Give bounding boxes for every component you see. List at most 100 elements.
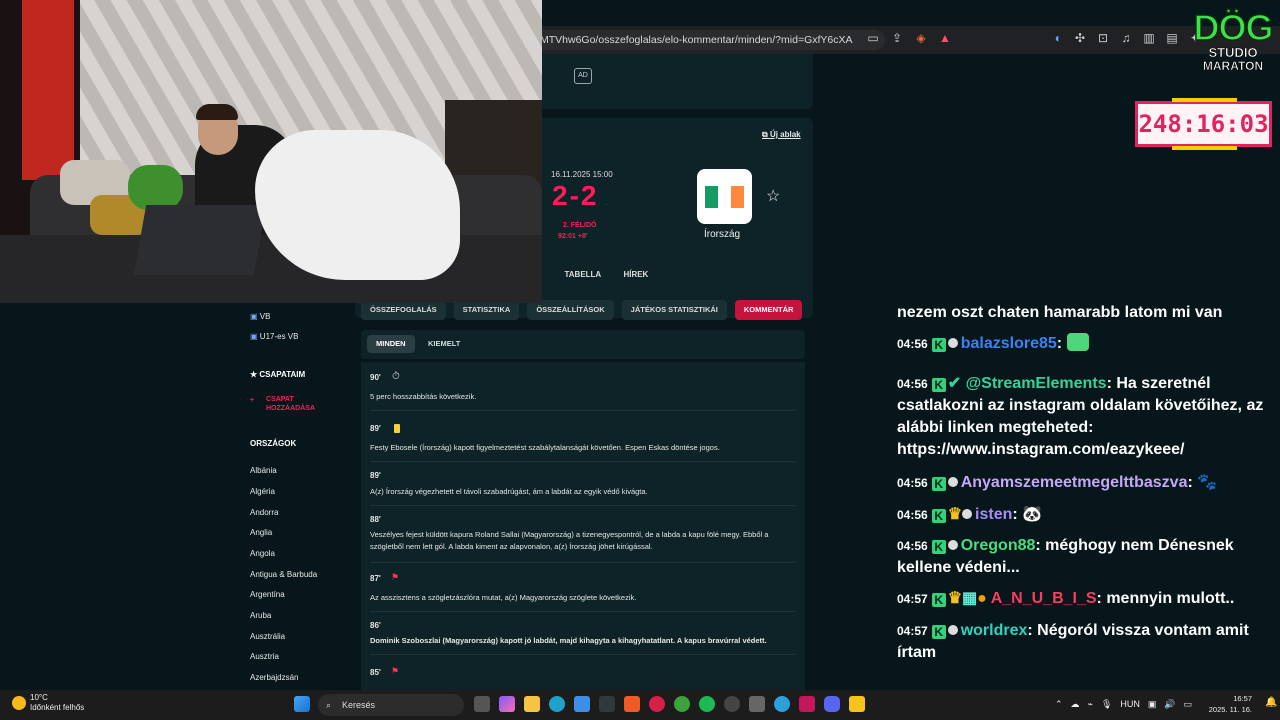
chat-username: isten [975,506,1013,523]
comment-minute: 86' [370,621,381,630]
music-icon[interactable]: ♫ [1119,31,1133,45]
sidebar-icon[interactable]: ▥ [1142,31,1156,45]
comment-minute: 87' [370,574,381,583]
store-icon[interactable] [574,696,590,712]
chat-username: Oregon88 [960,537,1036,554]
brave-shield-icon[interactable]: ◈ [914,31,928,45]
country-link[interactable]: Ausztria [250,652,279,661]
badge-icon [947,540,958,550]
badge-icon [947,338,958,348]
country-link[interactable]: Ausztrália [250,632,285,641]
microphone-icon[interactable]: 🎙 [1101,697,1112,711]
kick-badge-icon: K [931,593,946,607]
network-icon[interactable]: ▣ [1148,697,1157,711]
coin-icon: ● [977,590,987,607]
taskbar-search[interactable]: ⌕ Keresés [318,694,464,716]
extensions-icon[interactable]: ✣ [1073,31,1087,45]
tab-osszefoglalas[interactable]: ÖSSZEFOGLALÁS [361,300,446,320]
country-link[interactable]: Antigua & Barbuda [250,570,317,579]
blanket [255,130,460,280]
copilot-icon[interactable] [499,696,515,712]
kick-badge-icon: K [931,477,946,491]
obs-icon[interactable] [724,696,740,712]
file-explorer-icon[interactable] [524,696,540,712]
divider [370,562,795,563]
edge-icon[interactable] [549,696,565,712]
share-icon[interactable]: ⇪ [890,31,904,45]
country-link[interactable]: Angola [250,549,275,558]
usb-icon[interactable]: ⌁ [1088,697,1093,711]
cloud-icon[interactable]: ☁ [1071,697,1080,711]
favorite-star-icon[interactable]: ☆ [766,186,780,206]
marathon-timer: 248:16:03 [1135,98,1272,150]
chat-username: @StreamElements [965,375,1107,392]
brave-rewards-icon[interactable]: ▲ [938,31,952,45]
calculator-icon[interactable] [749,696,765,712]
crown-icon: ♛ [947,590,963,607]
app-red-icon[interactable] [649,696,665,712]
match-clock: 92:01 +8' [558,233,588,240]
country-link[interactable]: Aruba [250,611,271,620]
language-indicator[interactable]: HUN [1120,697,1140,711]
tab-statisztika[interactable]: STATISZTIKA [453,300,520,320]
windows-start-icon[interactable] [294,696,310,712]
subtab-tabella[interactable]: TABELLA [564,270,601,279]
cast-icon[interactable]: ▭ [866,31,880,45]
emote-icon: 🐾 [1197,474,1218,491]
yellow-card-icon [394,424,400,433]
country-link[interactable]: Andorra [250,508,278,517]
chat-message: 04:56 Kbalazslore85: [897,333,1267,355]
discord-icon[interactable] [824,696,840,712]
team-name-away[interactable]: Írország [704,229,740,240]
task-view-icon[interactable] [474,696,490,712]
telegram-icon[interactable] [774,696,790,712]
chat-username: A_N_U_B_I_S [990,590,1097,607]
volume-icon[interactable]: 🔊 [1164,697,1175,711]
chevron-up-icon[interactable]: ⌃ [1055,697,1063,711]
weather-icon [12,696,26,710]
chat-message: 04:56 K ✔ @StreamElements: Ha szeretnél cs… [897,375,1264,458]
divider [370,410,795,411]
comment-text: Az asszisztens a szögletzászlóra mutat, … [370,593,637,602]
terminal-icon[interactable] [599,696,615,712]
added-time: +8' [577,233,588,240]
filter-highlighted[interactable]: KIEMELT [419,335,469,353]
screenshot-icon[interactable]: ⊡ [1096,31,1110,45]
comment-minute: 89' [370,424,381,433]
spotify-icon[interactable] [699,696,715,712]
tab-kommentar[interactable]: KOMMENTÁR [734,300,803,320]
chat-message: 04:56 K ♛ isten: 🐼 [897,506,1043,523]
badge-icon [947,477,958,487]
country-link[interactable]: Algéria [250,487,275,496]
notification-bell-icon[interactable]: 🔔 [1265,697,1277,708]
corner-flag-icon: ⚑ [391,572,400,582]
comment-text: Dominik Szoboszlai (Magyarország) kapott… [370,636,767,645]
sofa-seat [0,235,542,303]
address-bar[interactable]: MTVhw6Go/osszefoglalas/elo-kommentar/min… [540,30,885,50]
tab-jatekos-statisztikai[interactable]: JÁTÉKOS STATISZTIKÁI [621,300,727,320]
app-icon[interactable] [799,696,815,712]
battery-icon[interactable]: ▭ [1184,697,1193,711]
weather-widget[interactable]: 10°C Időnként felhős [12,693,84,713]
countries-heading: ORSZÁGOK [250,439,297,448]
rockstar-icon[interactable] [849,696,865,712]
new-window-link[interactable]: ⧉ Új ablak [762,130,801,140]
audio-icon[interactable]: ◖ [1050,31,1064,45]
brave-icon[interactable] [624,696,640,712]
country-link[interactable]: Anglia [250,528,272,537]
add-team-link[interactable]: + CSAPAT HOZZÁADÁSA [250,395,332,413]
nav-item-vb[interactable]: ▣ VB [250,312,270,321]
wallet-icon[interactable]: ▤ [1165,31,1179,45]
team-logo-ireland[interactable] [697,169,752,224]
xbox-icon[interactable] [674,696,690,712]
subtab-hirek[interactable]: HÍREK [623,270,648,279]
taskbar-clock[interactable]: 16:57 2025. 11. 16. [1200,693,1252,715]
country-link[interactable]: Argentína [250,590,285,599]
country-link[interactable]: Azerbajdzsán [250,673,298,682]
chat-username: Anyamszemeetmegelttbaszva [960,474,1188,491]
country-link[interactable]: Albánia [250,466,277,475]
filter-all[interactable]: MINDEN [367,335,415,353]
nav-item-u17-vb[interactable]: ▣ U17-es VB [250,332,298,341]
chat-message: 04:57 Kworldrex: Négoról vissza vontam am… [897,622,1249,661]
tab-osszeallitasok[interactable]: ÖSSZEÁLLÍTÁSOK [527,300,614,320]
